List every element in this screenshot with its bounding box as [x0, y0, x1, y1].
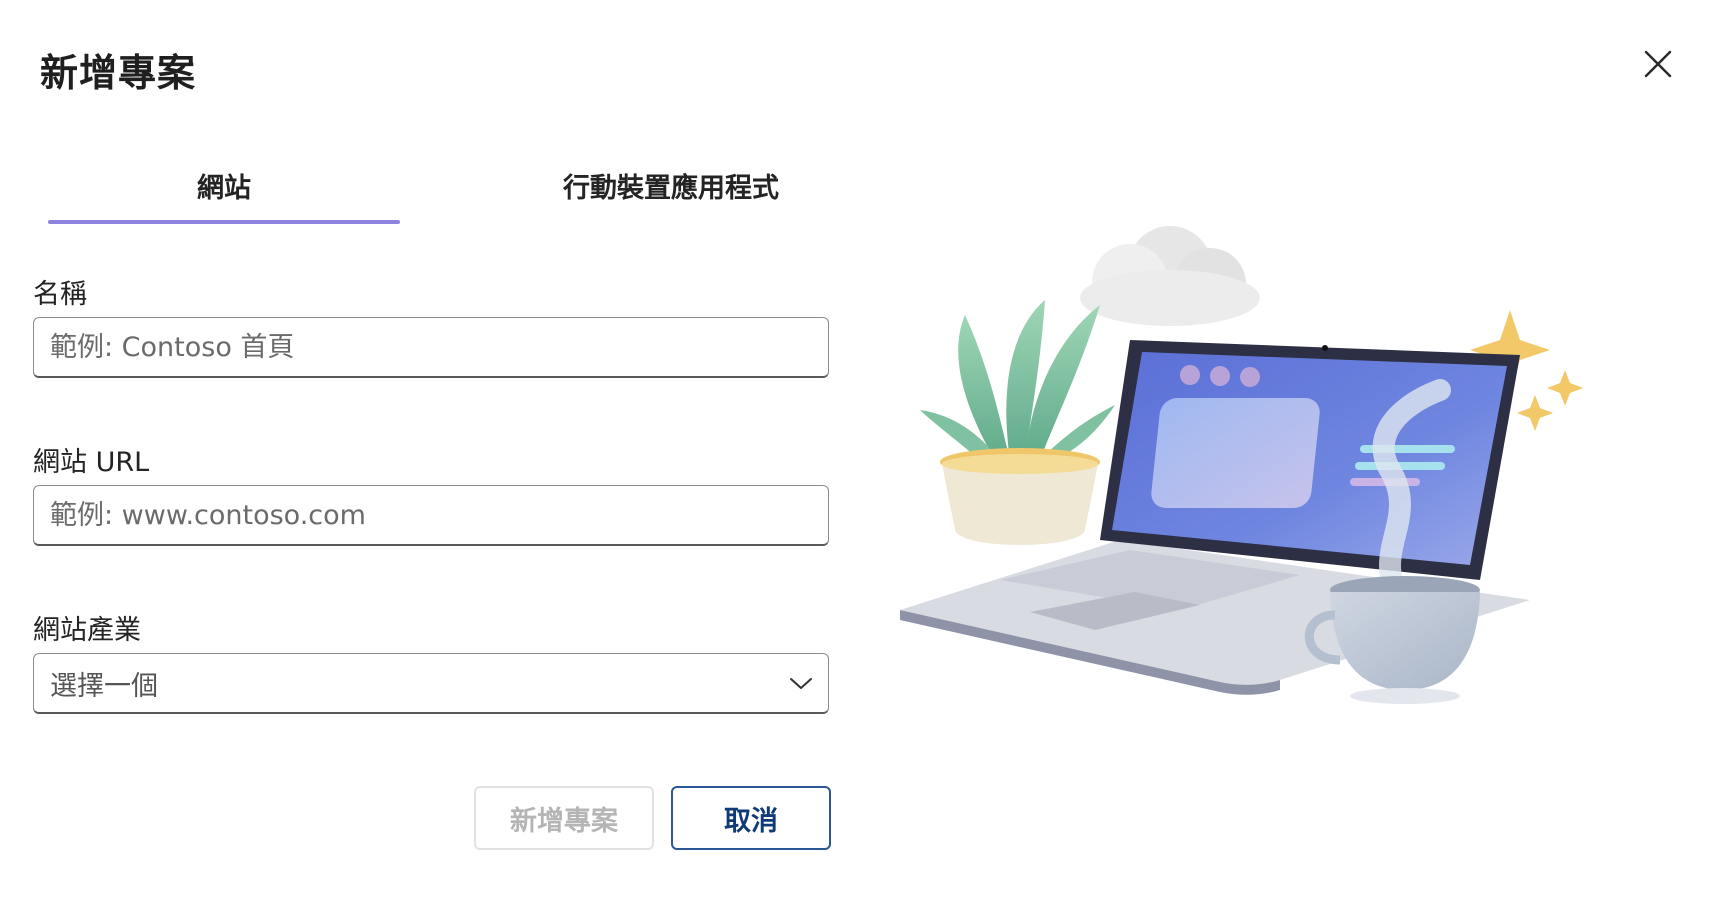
url-label: 網站 URL — [33, 447, 150, 478]
url-input[interactable] — [33, 485, 829, 546]
industry-dropdown[interactable]: 選擇一個 — [33, 653, 829, 714]
close-icon[interactable] — [1636, 42, 1680, 86]
tab-website[interactable]: 網站 — [48, 150, 400, 220]
dialog-title: 新增專案 — [40, 51, 197, 95]
laptop-plant-illustration — [900, 226, 1583, 704]
plant-graphic — [920, 300, 1115, 545]
cloud-graphic — [1080, 226, 1260, 326]
industry-selected-value: 選擇一個 — [50, 670, 158, 702]
chevron-down-icon — [790, 678, 812, 689]
cancel-button[interactable]: 取消 — [671, 786, 831, 850]
tab-selected-indicator — [48, 220, 400, 224]
tab-bar: 網站 行動裝置應用程式 — [48, 150, 779, 226]
name-input[interactable] — [33, 317, 829, 378]
add-project-button[interactable]: 新增專案 — [474, 786, 654, 850]
tab-mobile-app[interactable]: 行動裝置應用程式 — [436, 150, 906, 220]
name-label: 名稱 — [33, 279, 87, 310]
industry-label: 網站產業 — [33, 615, 141, 646]
